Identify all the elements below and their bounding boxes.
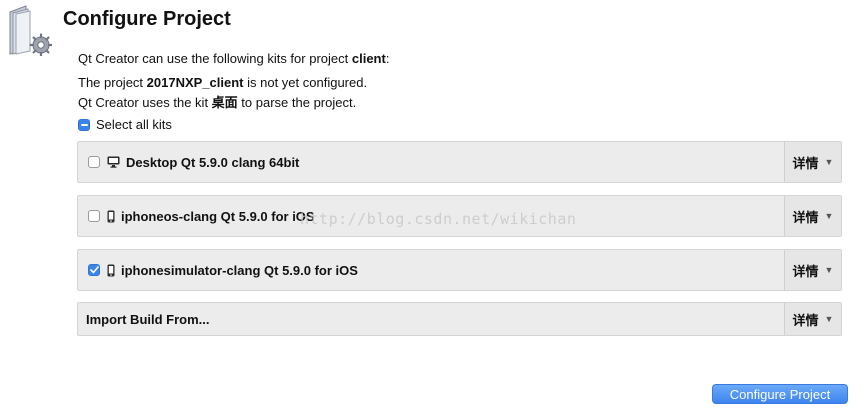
kit-header[interactable]: Desktop Qt 5.9.0 clang 64bit bbox=[78, 142, 785, 182]
chevron-down-icon: ▼ bbox=[824, 157, 834, 167]
select-all-label: Select all kits bbox=[96, 117, 172, 132]
page-title: Configure Project bbox=[63, 8, 231, 30]
project-full-name: 2017NXP_client bbox=[146, 75, 244, 90]
chevron-down-icon: ▼ bbox=[824, 314, 834, 324]
project-name: client bbox=[351, 51, 386, 66]
details-button[interactable]: 详情 ▼ bbox=[784, 303, 841, 335]
select-all-checkbox[interactable] bbox=[78, 118, 90, 131]
kit-label: Desktop Qt 5.9.0 clang 64bit bbox=[126, 154, 300, 170]
import-build-label: Import Build From... bbox=[86, 311, 210, 327]
kit-panel-iphoneos: iphoneos-clang Qt 5.9.0 for iOS 详情 ▼ bbox=[77, 195, 842, 237]
not-configured-text: The project 2017NXP_client is not yet co… bbox=[78, 75, 368, 90]
parse-kit-text: Qt Creator uses the kit 桌面 to parse the … bbox=[78, 95, 357, 110]
kit-checkbox[interactable] bbox=[88, 210, 100, 222]
parse-kit-name: 桌面 bbox=[211, 95, 238, 110]
kit-checkbox[interactable] bbox=[88, 156, 100, 168]
kit-panel-iphonesimulator: iphonesimulator-clang Qt 5.9.0 for iOS 详… bbox=[77, 249, 842, 291]
import-build-panel: Import Build From... 详情 ▼ bbox=[77, 302, 842, 336]
checkmark-icon bbox=[89, 266, 99, 274]
folder-gear-icon bbox=[4, 4, 53, 57]
desktop-monitor-icon bbox=[107, 156, 120, 168]
kit-checkbox[interactable] bbox=[88, 264, 100, 276]
chevron-down-icon: ▼ bbox=[824, 265, 834, 275]
import-build-header[interactable]: Import Build From... bbox=[78, 303, 785, 335]
details-button[interactable]: 详情 ▼ bbox=[784, 142, 841, 182]
kits-intro-text: Qt Creator can use the following kits fo… bbox=[78, 51, 390, 66]
kit-label: iphoneos-clang Qt 5.9.0 for iOS bbox=[121, 208, 315, 224]
mobile-device-icon bbox=[107, 210, 115, 223]
kit-header[interactable]: iphoneos-clang Qt 5.9.0 for iOS bbox=[78, 196, 785, 236]
select-all-kits[interactable]: Select all kits bbox=[78, 117, 172, 132]
kit-panel-desktop: Desktop Qt 5.9.0 clang 64bit 详情 ▼ bbox=[77, 141, 842, 183]
configure-project-button[interactable]: Configure Project bbox=[712, 384, 848, 404]
kit-label: iphonesimulator-clang Qt 5.9.0 for iOS bbox=[121, 262, 358, 278]
details-button[interactable]: 详情 ▼ bbox=[784, 250, 841, 290]
chevron-down-icon: ▼ bbox=[824, 211, 834, 221]
kit-header[interactable]: iphonesimulator-clang Qt 5.9.0 for iOS bbox=[78, 250, 785, 290]
mobile-device-icon bbox=[107, 264, 115, 277]
details-button[interactable]: 详情 ▼ bbox=[784, 196, 841, 236]
